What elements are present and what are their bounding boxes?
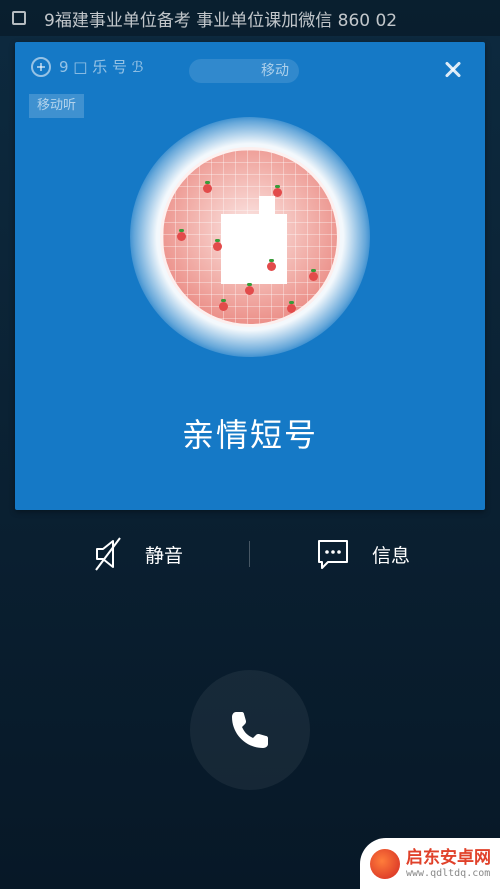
watermark: 启东安卓网 www.qdltdq.com	[360, 838, 500, 889]
watermark-url: www.qdltdq.com	[406, 867, 491, 879]
message-button[interactable]: 信息	[316, 533, 410, 575]
strawberry-icon	[177, 229, 186, 241]
avatar-image	[160, 147, 340, 327]
notification-text: 9福建事业单位备考 事业单位课加微信 860 02	[44, 10, 398, 31]
watermark-logo-icon	[370, 848, 400, 879]
notification-icon	[12, 11, 26, 25]
avatar-blur-block	[221, 214, 287, 284]
mute-button[interactable]: 静音	[93, 533, 183, 575]
message-bubble-icon	[318, 540, 348, 569]
add-contact-icon[interactable]	[31, 56, 51, 77]
strawberry-icon	[219, 299, 228, 311]
strawberry-icon	[203, 181, 212, 193]
avatar	[130, 117, 370, 357]
strawberry-icon	[273, 185, 282, 197]
mute-label: 静音	[145, 544, 184, 567]
action-divider	[249, 541, 250, 567]
message-label: 信息	[372, 544, 411, 567]
carrier-pill: 移动	[189, 59, 299, 83]
card-top-label: 9 □ 乐 号 ℬ	[31, 56, 144, 77]
call-actions: 静音 信息	[0, 533, 500, 575]
strawberry-icon	[267, 259, 276, 271]
mute-speaker-icon	[95, 537, 121, 571]
status-bar: 9福建事业单位备考 事业单位课加微信 860 02	[0, 0, 500, 36]
strawberry-icon	[309, 269, 318, 281]
caller-name: 亲情短号	[181, 416, 318, 454]
watermark-title: 启东安卓网	[406, 847, 491, 868]
call-button[interactable]	[190, 670, 310, 790]
strawberry-icon	[245, 283, 254, 295]
carrier-tag: 移动听	[29, 94, 85, 118]
strawberry-icon	[213, 239, 222, 251]
phone-handset-icon	[232, 712, 268, 748]
strawberry-icon	[287, 301, 296, 313]
card-top-text: 9 □ 乐 号 ℬ	[59, 58, 144, 76]
avatar-blur-block-top	[259, 196, 275, 218]
close-icon[interactable]	[439, 56, 467, 84]
watermark-text: 启东安卓网 www.qdltdq.com	[406, 848, 491, 880]
